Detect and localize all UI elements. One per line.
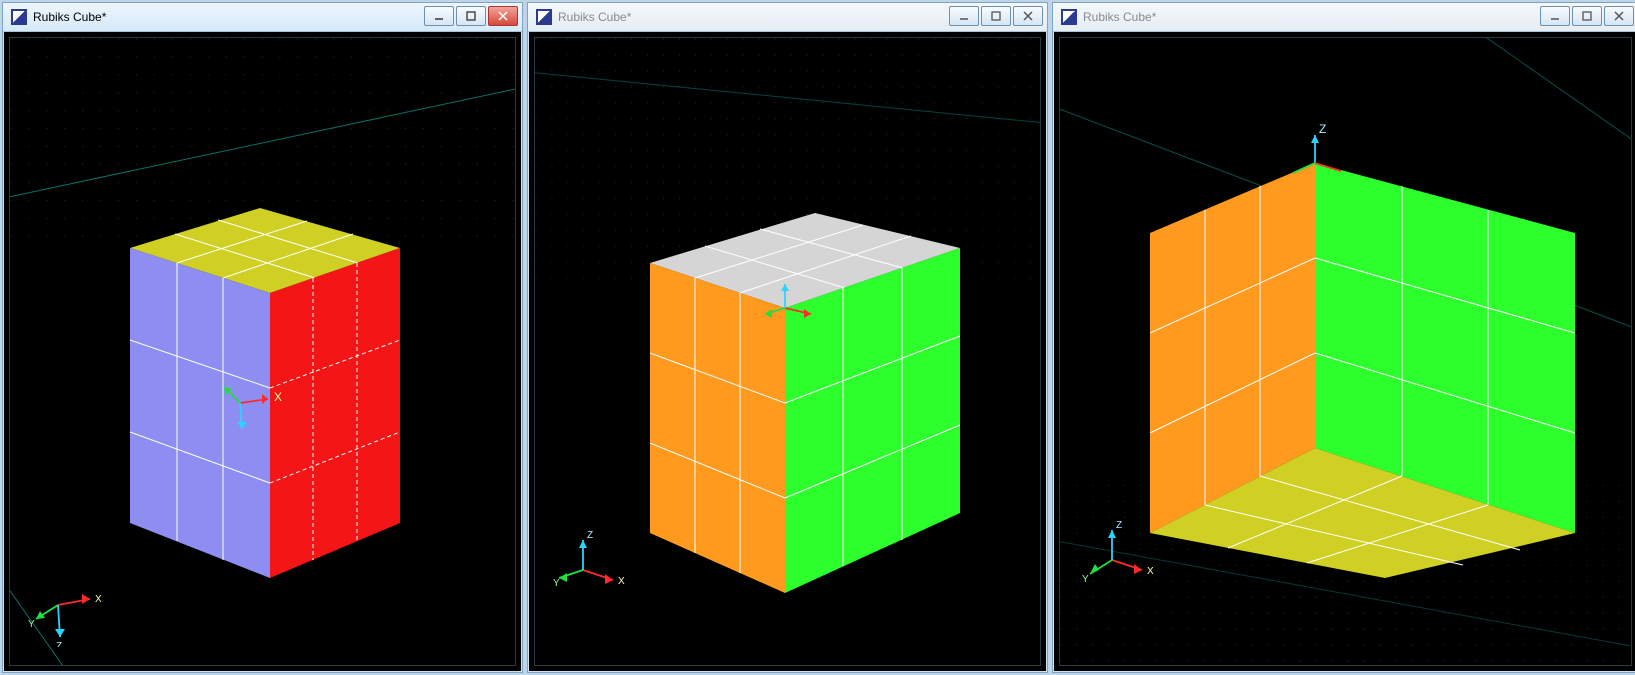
app-icon bbox=[1061, 9, 1077, 25]
svg-text:Y: Y bbox=[553, 578, 560, 589]
titlebar[interactable]: Rubiks Cube* bbox=[3, 3, 522, 32]
maximize-button[interactable] bbox=[1572, 6, 1602, 26]
face-right bbox=[270, 248, 400, 578]
viewport-3[interactable]: Z X Y Z bbox=[1059, 37, 1632, 666]
rubiks-cube: Z bbox=[1115, 118, 1595, 578]
titlebar[interactable]: Rubiks Cube* bbox=[1053, 3, 1635, 32]
window-2: Rubiks Cube* bbox=[527, 2, 1048, 673]
minimize-button[interactable] bbox=[1540, 6, 1570, 26]
window-controls bbox=[424, 6, 518, 26]
minimize-button[interactable] bbox=[424, 6, 454, 26]
minimize-button[interactable] bbox=[949, 6, 979, 26]
face-right bbox=[785, 248, 960, 593]
maximize-button[interactable] bbox=[981, 6, 1011, 26]
titlebar[interactable]: Rubiks Cube* bbox=[528, 3, 1047, 32]
svg-text:Z: Z bbox=[587, 530, 593, 541]
window-controls bbox=[949, 6, 1043, 26]
svg-text:X: X bbox=[95, 594, 102, 605]
window-title: Rubiks Cube* bbox=[558, 10, 631, 24]
svg-text:Y: Y bbox=[1082, 574, 1089, 585]
face-left bbox=[650, 263, 785, 593]
rubiks-cube bbox=[620, 178, 980, 598]
maximize-button[interactable] bbox=[456, 6, 486, 26]
window-title: Rubiks Cube* bbox=[1083, 10, 1156, 24]
close-button[interactable] bbox=[1013, 6, 1043, 26]
app-icon bbox=[536, 9, 552, 25]
svg-text:Y: Y bbox=[28, 619, 35, 630]
window-3: Rubiks Cube* bbox=[1052, 2, 1635, 673]
svg-text:X: X bbox=[274, 390, 282, 404]
svg-text:Z: Z bbox=[1319, 122, 1326, 136]
face-left bbox=[130, 248, 270, 578]
viewport-1[interactable]: X X Y Z bbox=[9, 37, 516, 666]
window-1: Rubiks Cube* bbox=[2, 2, 523, 673]
svg-text:Z: Z bbox=[56, 641, 62, 647]
viewport-2[interactable]: X Y Z bbox=[534, 37, 1041, 666]
rubiks-cube: X bbox=[70, 168, 450, 588]
app-icon bbox=[11, 9, 27, 25]
window-controls bbox=[1540, 6, 1634, 26]
window-title: Rubiks Cube* bbox=[33, 10, 106, 24]
close-button[interactable] bbox=[1604, 6, 1634, 26]
close-button[interactable] bbox=[488, 6, 518, 26]
desktop: Rubiks Cube* bbox=[0, 0, 1635, 675]
